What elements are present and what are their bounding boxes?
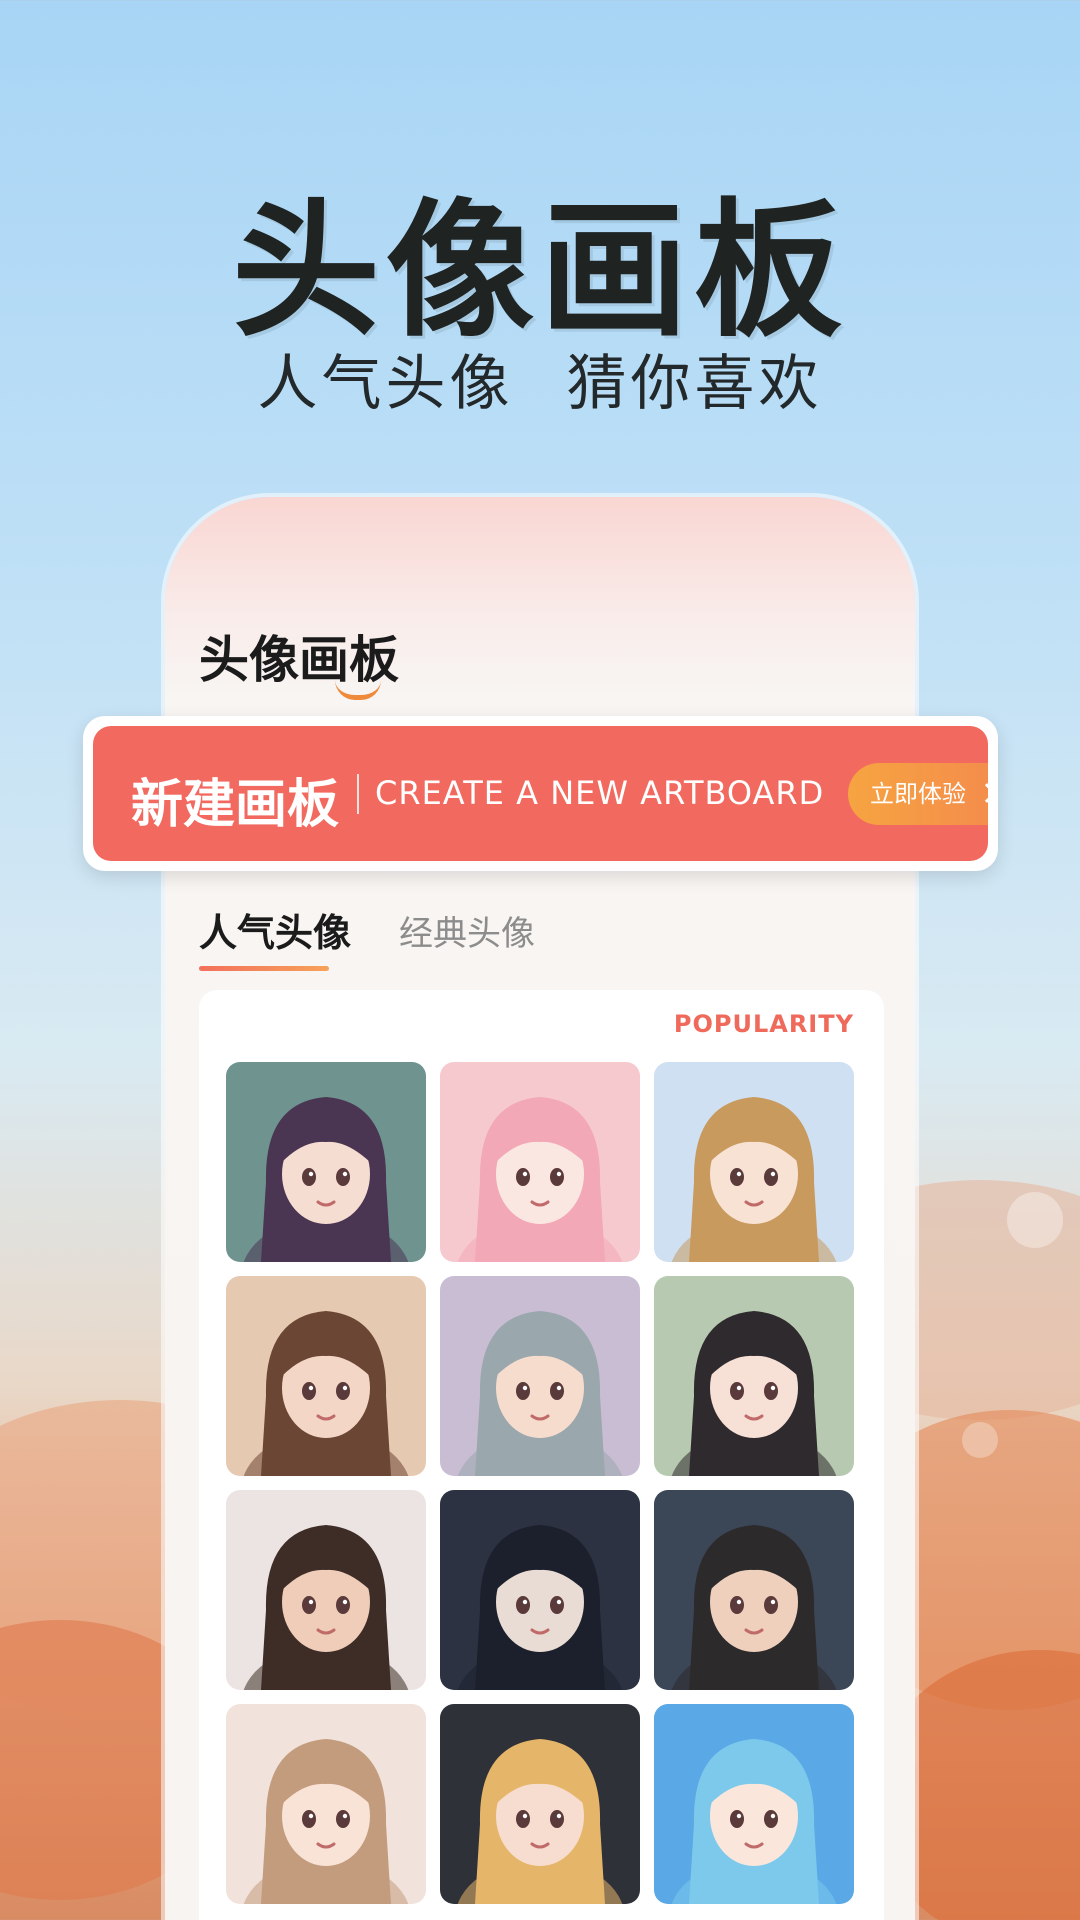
avatar-3[interactable] bbox=[654, 1062, 854, 1262]
hero-subtitle: 人气头像 猜你喜欢 bbox=[257, 349, 823, 419]
try-now-label: 立即体验 bbox=[870, 780, 966, 808]
try-now-button[interactable]: 立即体验 bbox=[848, 763, 988, 825]
banner-body: 新建画板 CREATE A NEW ARTBOARD 立即体验 bbox=[93, 726, 988, 861]
avatar-10[interactable] bbox=[226, 1704, 426, 1904]
avatar-2[interactable] bbox=[440, 1062, 640, 1262]
banner-divider bbox=[357, 774, 359, 814]
avatar-grid-card: POPULARITY bbox=[199, 990, 884, 1920]
avatar-12[interactable] bbox=[654, 1704, 854, 1904]
avatar-6[interactable] bbox=[654, 1276, 854, 1476]
avatar-4[interactable] bbox=[226, 1276, 426, 1476]
tab-popular-avatars[interactable]: 人气头像 bbox=[199, 902, 351, 957]
avatar-1[interactable] bbox=[226, 1062, 426, 1262]
new-artboard-banner[interactable]: 新建画板 CREATE A NEW ARTBOARD 立即体验 bbox=[83, 716, 998, 871]
title-smile-decoration bbox=[335, 680, 381, 700]
tab-classic-avatars[interactable]: 经典头像 bbox=[399, 906, 535, 955]
banner-subtitle: CREATE A NEW ARTBOARD bbox=[375, 774, 825, 812]
chevron-right-icon bbox=[977, 783, 988, 803]
banner-title: 新建画板 bbox=[131, 775, 340, 835]
avatar-9[interactable] bbox=[654, 1490, 854, 1690]
app-preview-card: 头像画板 人气头像 经典头像 POPULARITY bbox=[165, 497, 915, 1920]
avatar-7[interactable] bbox=[226, 1490, 426, 1690]
avatar-8[interactable] bbox=[440, 1490, 640, 1690]
avatar-5[interactable] bbox=[440, 1276, 640, 1476]
active-tab-indicator bbox=[199, 966, 329, 971]
avatar-11[interactable] bbox=[440, 1704, 640, 1904]
popularity-badge: POPULARITY bbox=[673, 1010, 854, 1038]
hero-title: 头像画板 bbox=[232, 185, 848, 357]
